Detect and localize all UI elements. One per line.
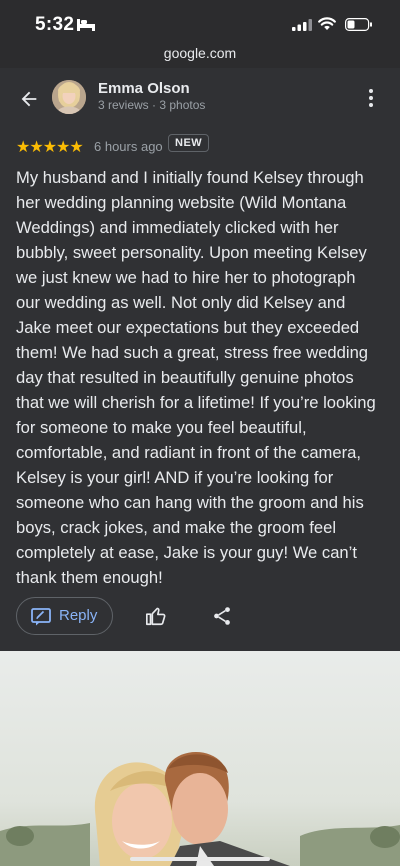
review-text-line: bubbly, sweet personality. Upon meeting … (16, 243, 367, 262)
browser-url-bar[interactable]: google.com (0, 44, 400, 68)
review-text-line: completely at ease, Jake is your guy! We… (16, 543, 357, 562)
reply-label: Reply (59, 607, 98, 624)
thumbs-up-icon[interactable] (145, 605, 167, 627)
home-indicator[interactable] (130, 857, 270, 861)
share-icon[interactable] (211, 605, 233, 627)
review-text-line: Weddings) and immediately clicked with h… (16, 218, 339, 237)
review-text-line: thank them enough! (16, 568, 163, 587)
reviewer-name[interactable]: Emma Olson (98, 80, 190, 97)
reviewer-meta: 3 reviews · 3 photos (98, 98, 206, 112)
review-time: 6 hours ago (94, 139, 163, 154)
review-text-line: Kelsey is your girl! AND if you’re looki… (16, 468, 334, 487)
new-badge: NEW (168, 134, 210, 152)
url-text: google.com (163, 45, 237, 61)
review-text-line: Jake meet our expectations but they exce… (16, 318, 360, 337)
review-text: My husband and I initially found Kelsey … (16, 165, 388, 590)
reply-button[interactable]: Reply (16, 597, 113, 635)
battery-icon (345, 18, 372, 31)
review-text-line: someone who can hang with the groom and … (16, 493, 364, 512)
arrow-left-icon[interactable] (18, 88, 40, 110)
review-text-line: for someone to make you feel beautiful, (16, 418, 307, 437)
wifi-icon (318, 17, 336, 30)
avatar[interactable] (52, 80, 86, 114)
sleep-focus-icon (77, 19, 95, 31)
review-text-line: day that resulted in beautifully genuine… (16, 368, 354, 387)
status-bar: 5:32 (0, 0, 400, 46)
star-rating: ★★★★★ (16, 139, 84, 156)
more-vert-icon[interactable] (366, 88, 376, 108)
cellular-signal-icon (292, 19, 312, 31)
review-text-line: My husband and I initially found Kelsey … (16, 168, 364, 187)
review-text-line: our wedding as well. Not only did Kelsey… (16, 293, 346, 312)
review-text-line: her wedding planning website (Wild Monta… (16, 193, 347, 212)
review-photo[interactable] (0, 651, 400, 866)
review-text-line: we just knew we had to hire her to photo… (16, 268, 356, 287)
review-text-line: them! We had such a great, stress free w… (16, 343, 369, 362)
review-text-line: boys, crack jokes, and make the groom fe… (16, 518, 337, 537)
review-text-line: comfortable, and radiant in front of the… (16, 443, 361, 462)
reply-icon (31, 608, 51, 626)
status-time: 5:32 (35, 14, 75, 35)
review-text-line: that we will cherish for a lifetime! If … (16, 393, 376, 412)
